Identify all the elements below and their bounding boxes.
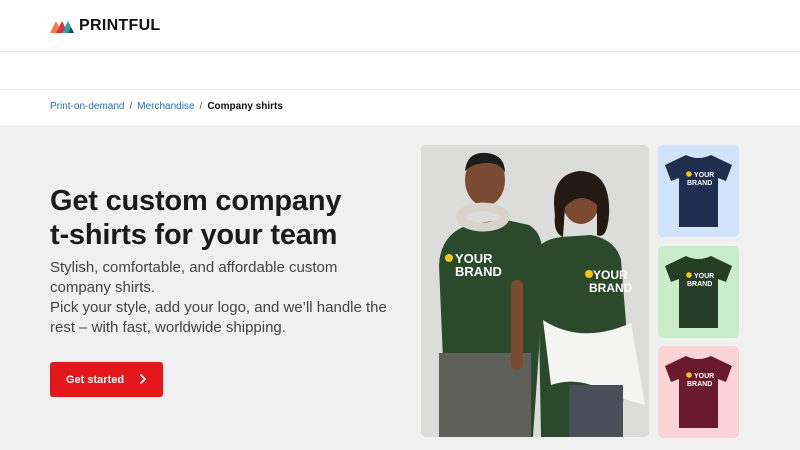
thumbnail-print-line-2: BRAND <box>687 381 712 388</box>
thumbnail-green-shirt[interactable]: YOUR BRAND <box>658 246 739 338</box>
breadcrumb-separator: / <box>199 101 203 112</box>
hero-title-line-1: Get custom company <box>50 185 342 217</box>
breadcrumb-current: Company shirts <box>207 101 283 112</box>
thumbnail-maroon-shirt[interactable]: YOUR BRAND <box>658 346 739 438</box>
hero-description-line-1: Stylish, comfortable, and affordable cus… <box>50 259 338 296</box>
get-started-label: Get started <box>66 373 125 386</box>
breadcrumb: Print-on-demand / Merchandise / Company … <box>50 101 283 113</box>
thumbnail-print-line-1: YOUR <box>694 172 714 179</box>
hero-product-photo: YOUR BRAND YOUR BRAND <box>421 145 649 437</box>
thumbnail-print-line-2: BRAND <box>687 281 712 288</box>
hero-title: Get custom company t-shirts for your tea… <box>50 184 390 252</box>
breadcrumb-separator: / <box>129 101 133 112</box>
breadcrumb-print-on-demand[interactable]: Print-on-demand <box>50 101 124 113</box>
secondary-nav <box>0 52 800 90</box>
printful-logo[interactable]: PRINTFUL <box>50 17 161 35</box>
thumbnail-print-line-2: BRAND <box>687 180 712 187</box>
site-header: PRINTFUL <box>0 0 800 52</box>
man-shirt-print-line-2: BRAND <box>455 264 502 279</box>
chevron-right-icon <box>140 374 146 384</box>
thumbnail-print-line-1: YOUR <box>694 273 714 280</box>
thumbnail-navy-shirt[interactable]: YOUR BRAND <box>658 145 739 237</box>
breadcrumb-merchandise[interactable]: Merchandise <box>137 101 194 113</box>
printful-logo-icon <box>50 21 74 33</box>
woman-shirt-print-line-2: BRAND <box>589 281 633 295</box>
get-started-button[interactable]: Get started <box>50 362 163 397</box>
brand-name: PRINTFUL <box>79 17 161 34</box>
hero-description-line-2: Pick your style, add your logo, and we’l… <box>50 299 387 336</box>
hero-description: Stylish, comfortable, and affordable cus… <box>50 258 395 338</box>
thumbnail-print-line-1: YOUR <box>694 373 714 380</box>
woman-shirt-print-line-1: YOUR <box>593 268 628 282</box>
hero-title-line-2: t-shirts for your team <box>50 219 338 251</box>
